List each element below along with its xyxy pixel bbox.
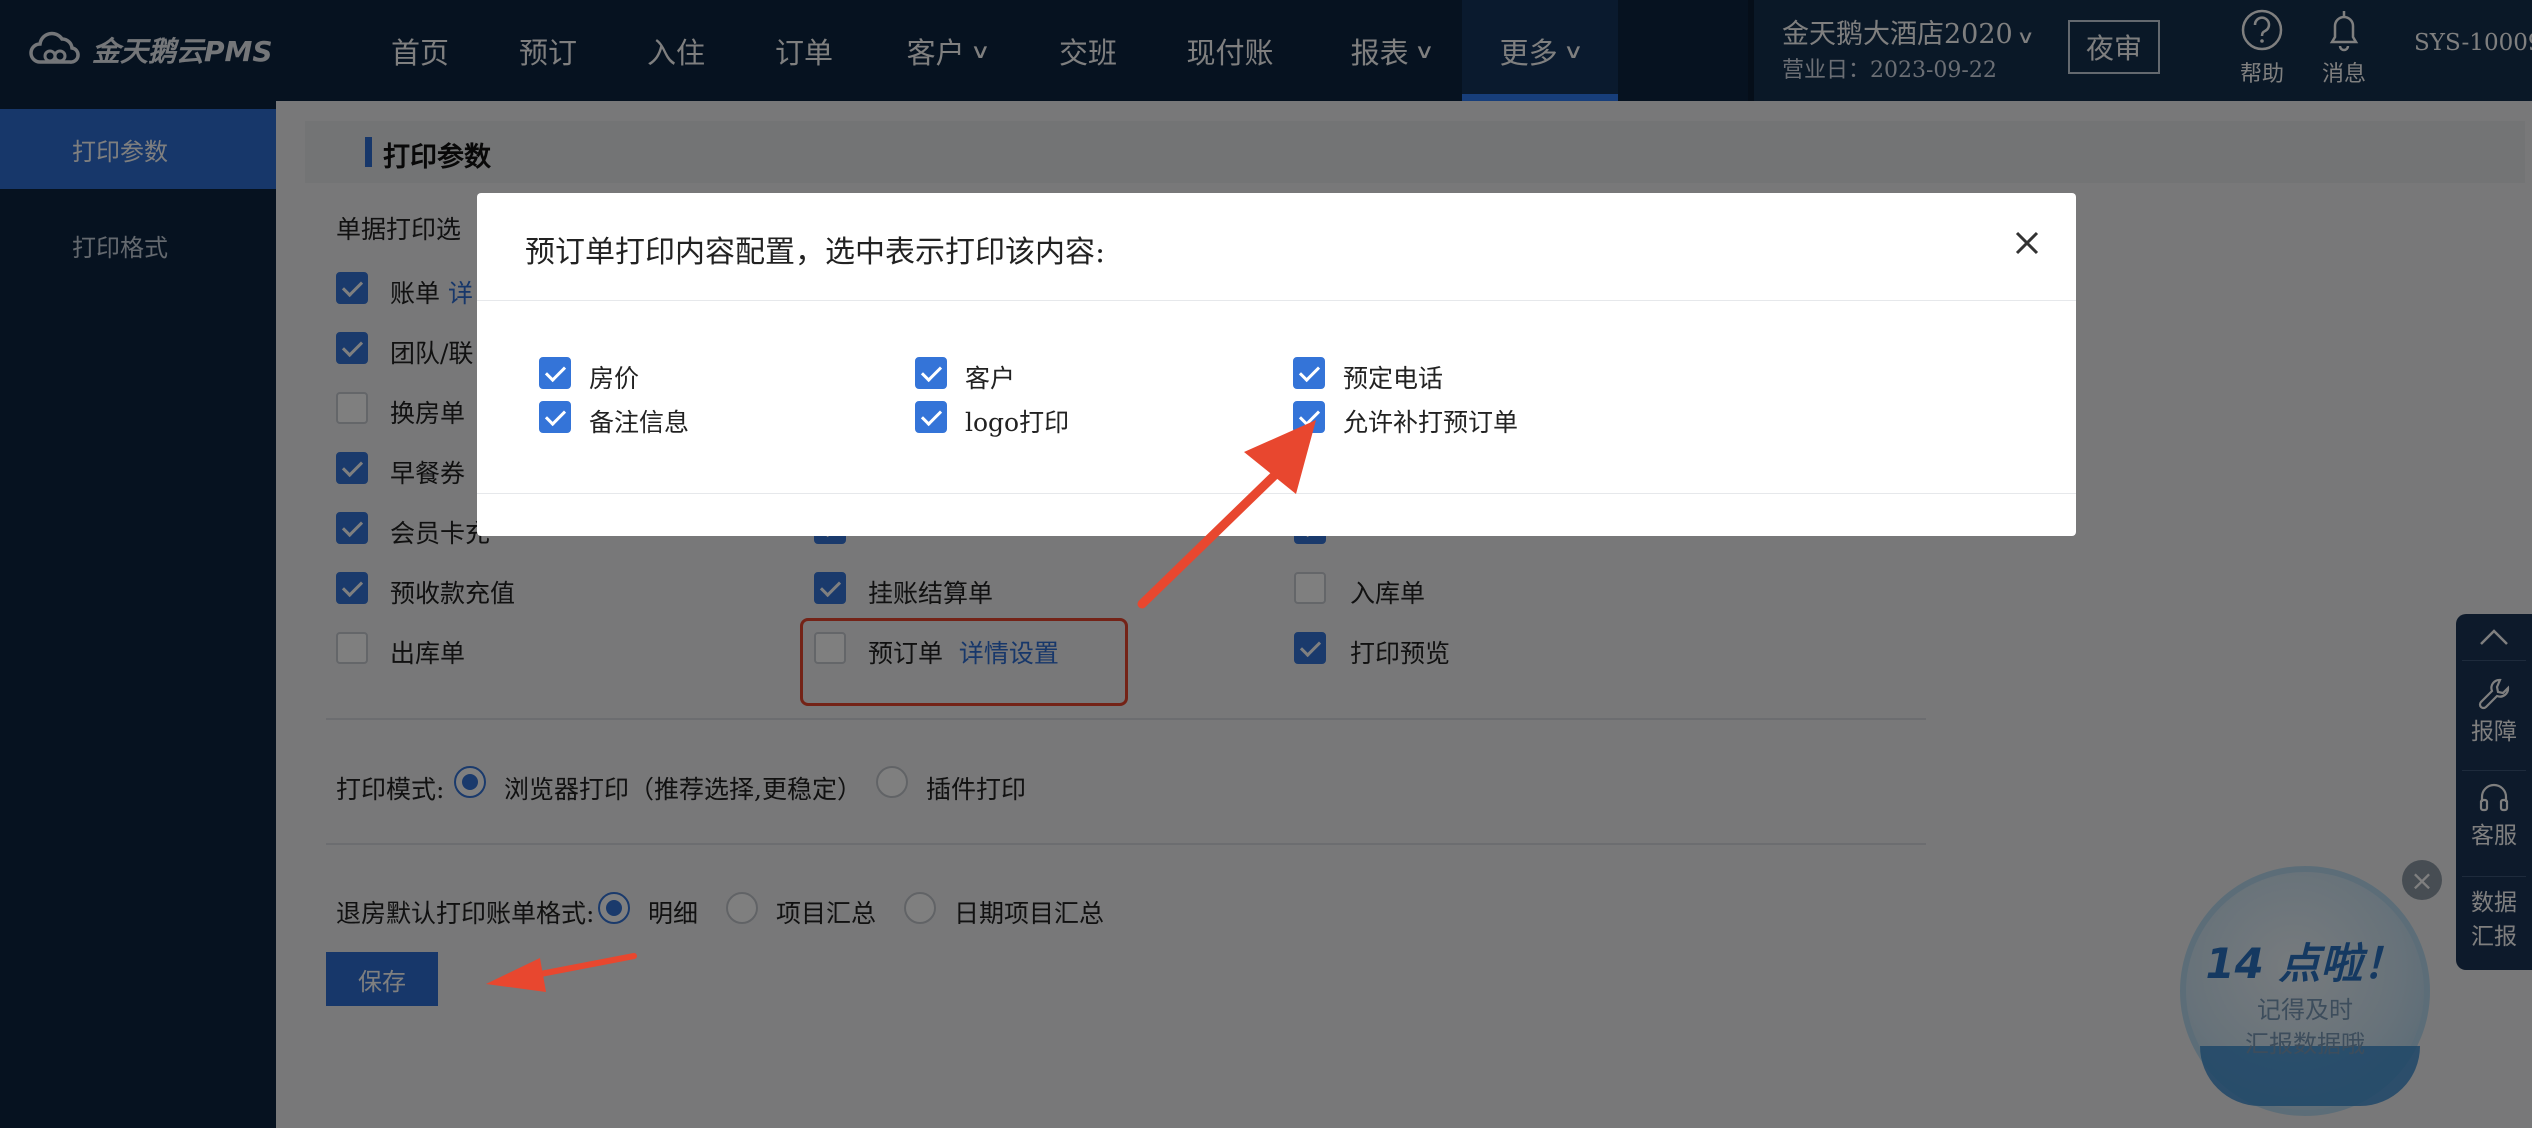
divider: [477, 300, 2076, 301]
checkbox-customer[interactable]: [915, 357, 947, 389]
allow-reprint-label: 允许补打预订单: [1343, 408, 1519, 437]
logo-print-label: logo打印: [965, 408, 1070, 437]
booking-phone-label: 预定电话: [1343, 364, 1444, 393]
checkbox-room-price[interactable]: [539, 357, 571, 389]
checkbox-remarks[interactable]: [539, 401, 571, 433]
close-icon[interactable]: [2007, 223, 2047, 263]
checkbox-allow-reprint[interactable]: [1293, 401, 1325, 433]
dialog-title: 预订单打印内容配置，选中表示打印该内容:: [525, 235, 1106, 270]
checkbox-booking-phone[interactable]: [1293, 357, 1325, 389]
customer-label: 客户: [965, 364, 1016, 393]
room-price-label: 房价: [589, 364, 640, 393]
divider: [477, 493, 2076, 494]
modal-overlay[interactable]: [0, 0, 2532, 1128]
checkbox-logo-print[interactable]: [915, 401, 947, 433]
remarks-label: 备注信息: [589, 408, 690, 437]
booking-print-config-dialog: 预订单打印内容配置，选中表示打印该内容: 房价 客户 预定电话 备注信息 log…: [477, 193, 2076, 536]
